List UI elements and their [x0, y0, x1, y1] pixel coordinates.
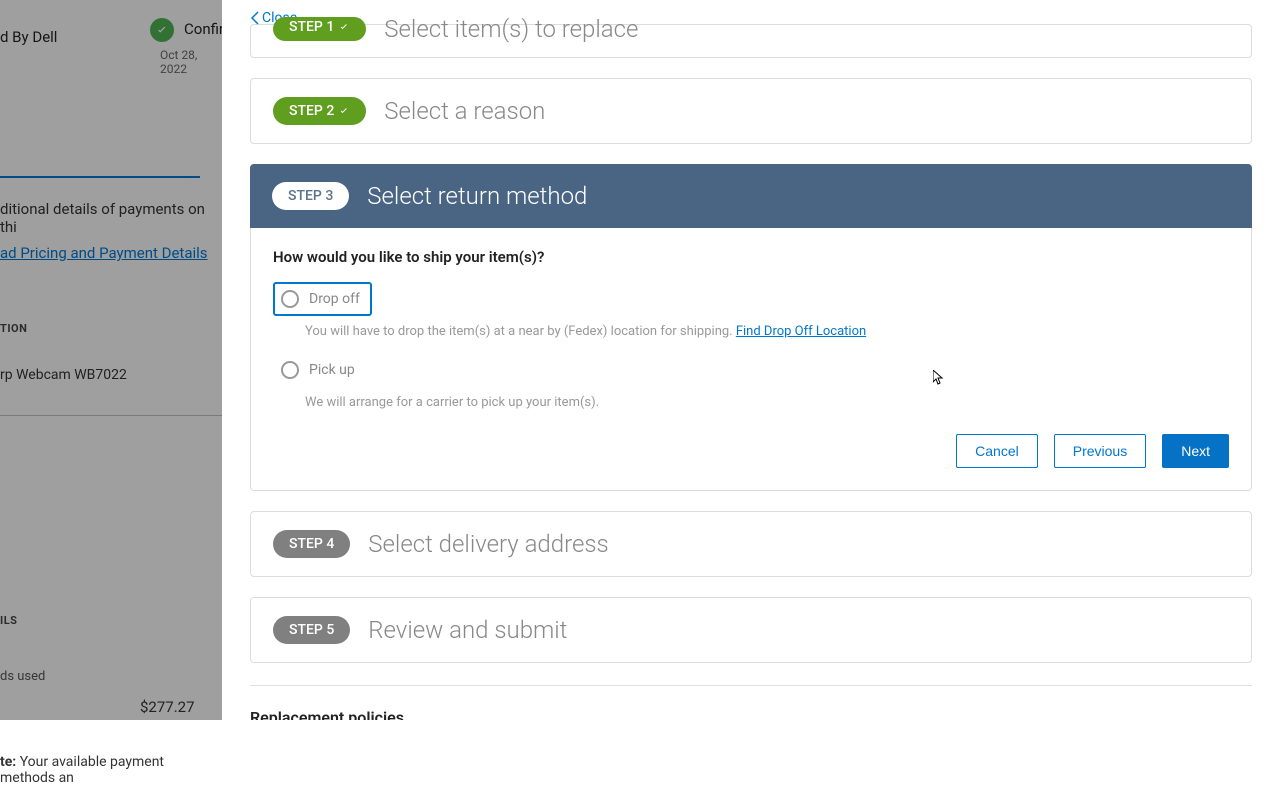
check-icon — [338, 105, 350, 117]
bg-divider — [0, 176, 200, 178]
step-chip-3: STEP 3 — [272, 182, 349, 210]
background-page: d By Dell Confir Oct 28, 2022 ditional d… — [0, 0, 222, 720]
step-title-4: Select delivery address — [368, 530, 608, 558]
step-title-2: Select a reason — [384, 97, 545, 125]
bg-confirm-text: Confir — [184, 20, 224, 38]
radio-pickup[interactable]: Pick up — [273, 353, 367, 387]
step-card-4[interactable]: STEP 4 Select delivery address — [250, 511, 1252, 577]
policies-title: Replacement policies — [250, 708, 1230, 720]
step-chip-5: STEP 5 — [273, 616, 350, 644]
previous-button[interactable]: Previous — [1054, 434, 1146, 468]
replacement-panel: Close STEP 1 Select item(s) to replace S… — [222, 0, 1280, 720]
bg-note: te: Your available payment methods an — [0, 754, 222, 786]
radio-pickup-label: Pick up — [309, 362, 355, 378]
ship-question: How would you like to ship your item(s)? — [273, 248, 1229, 266]
radio-dropoff-desc: You will have to drop the item(s) at a n… — [305, 324, 1229, 339]
find-dropoff-link[interactable]: Find Drop Off Location — [736, 324, 866, 339]
chevron-left-icon — [250, 11, 260, 25]
bg-used: ds used — [0, 669, 222, 684]
radio-circle-icon — [281, 361, 299, 379]
bg-pricing-link[interactable]: ad Pricing and Payment Details — [0, 244, 222, 262]
bg-details-text: ditional details of payments on thi — [0, 200, 222, 236]
bg-product: rp Webcam WB7022 — [0, 367, 222, 383]
step-header-3: STEP 3 Select return method — [250, 164, 1252, 228]
radio-pickup-desc: We will arrange for a carrier to pick up… — [305, 395, 1229, 410]
step-title-3: Select return method — [367, 182, 587, 210]
close-button[interactable]: Close — [222, 0, 1280, 26]
step-chip-1: STEP 1 — [273, 17, 366, 41]
step-card-5[interactable]: STEP 5 Review and submit — [250, 597, 1252, 663]
bg-divider-2 — [0, 415, 222, 416]
step-title-5: Review and submit — [368, 616, 567, 644]
bg-price: $277.27 — [140, 698, 222, 716]
check-icon — [338, 21, 350, 33]
bg-date: Oct 28, 2022 — [160, 48, 222, 76]
radio-dropoff[interactable]: Drop off — [273, 282, 372, 316]
step-card-3: STEP 3 Select return method How would yo… — [250, 164, 1252, 491]
step-card-1[interactable]: STEP 1 Select item(s) to replace — [250, 24, 1252, 58]
step-card-2[interactable]: STEP 2 Select a reason — [250, 78, 1252, 144]
step-title-1: Select item(s) to replace — [384, 15, 638, 43]
policies-divider — [250, 685, 1252, 686]
next-button[interactable]: Next — [1162, 434, 1229, 468]
bg-ils-label: ILS — [0, 614, 222, 627]
cancel-button[interactable]: Cancel — [956, 434, 1038, 468]
step-chip-4: STEP 4 — [273, 530, 350, 558]
check-circle-icon — [150, 18, 174, 42]
step-chip-2: STEP 2 — [273, 97, 366, 125]
ship-radio-group: Drop off You will have to drop the item(… — [273, 282, 1229, 410]
bg-tion-label: TION — [0, 322, 222, 335]
radio-circle-icon — [281, 290, 299, 308]
radio-dropoff-label: Drop off — [309, 291, 360, 307]
